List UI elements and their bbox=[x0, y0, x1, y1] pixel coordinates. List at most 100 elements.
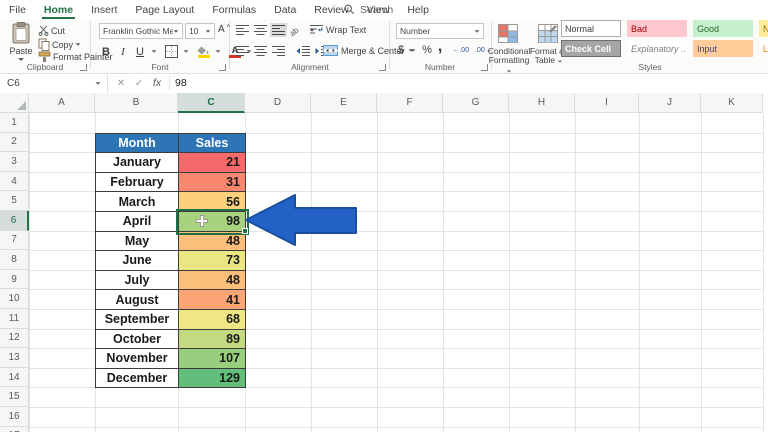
cell-B4[interactable]: February bbox=[96, 173, 179, 193]
column-header-B[interactable]: B bbox=[95, 93, 178, 113]
align-right-icon[interactable] bbox=[272, 45, 285, 57]
column-header-F[interactable]: F bbox=[377, 93, 443, 113]
fill-color-button[interactable] bbox=[197, 46, 210, 58]
formula-input[interactable]: 98 bbox=[175, 74, 187, 92]
row-header-17[interactable]: 17 bbox=[0, 427, 29, 432]
font-dialog-launcher[interactable] bbox=[219, 64, 226, 71]
cell-style-bad[interactable]: Bad bbox=[627, 20, 687, 37]
cell-B3[interactable]: January bbox=[96, 153, 179, 173]
cell-B8[interactable]: June bbox=[96, 251, 179, 271]
tab-home[interactable]: Home bbox=[35, 0, 82, 19]
cut-button[interactable]: Cut bbox=[38, 25, 65, 36]
align-bottom-selected[interactable] bbox=[270, 23, 287, 37]
cell-B13[interactable]: November bbox=[96, 349, 179, 369]
name-box[interactable]: C6 bbox=[0, 74, 108, 92]
row-header-11[interactable]: 11 bbox=[0, 309, 29, 329]
insert-function-button[interactable]: fx bbox=[149, 74, 165, 92]
column-header-K[interactable]: K bbox=[701, 93, 763, 113]
cell-C4[interactable]: 31 bbox=[179, 173, 246, 193]
clipboard-dialog-launcher[interactable] bbox=[80, 64, 87, 71]
tab-data[interactable]: Data bbox=[265, 0, 305, 19]
cell-style-lin[interactable]: Lin bbox=[759, 40, 768, 57]
row-header-2[interactable]: 2 bbox=[0, 133, 29, 153]
format-as-table-button[interactable] bbox=[538, 24, 558, 43]
align-left-icon[interactable] bbox=[236, 45, 249, 57]
paste-button[interactable]: Paste bbox=[7, 22, 35, 61]
cell-B5[interactable]: March bbox=[96, 192, 179, 212]
row-header-3[interactable]: 3 bbox=[0, 152, 29, 172]
align-center-icon[interactable] bbox=[254, 45, 267, 57]
tab-insert[interactable]: Insert bbox=[82, 0, 126, 19]
increase-decimal-button[interactable]: ←.00 bbox=[452, 47, 469, 54]
copy-button[interactable]: Copy bbox=[38, 38, 81, 51]
row-header-16[interactable]: 16 bbox=[0, 407, 29, 427]
select-all-button[interactable] bbox=[0, 93, 29, 113]
column-header-I[interactable]: I bbox=[575, 93, 639, 113]
cell-C12[interactable]: 89 bbox=[179, 330, 246, 350]
row-header-12[interactable]: 12 bbox=[0, 329, 29, 349]
cell-C10[interactable]: 41 bbox=[179, 290, 246, 310]
percent-button[interactable]: % bbox=[422, 44, 432, 56]
cell-B6[interactable]: April bbox=[96, 212, 179, 232]
cell-style-check-cell[interactable]: Check Cell bbox=[561, 40, 621, 57]
enter-button[interactable]: ✓ bbox=[131, 74, 147, 92]
wrap-text-button[interactable]: Wrap Text bbox=[310, 24, 366, 35]
align-top-icon[interactable] bbox=[236, 24, 249, 36]
row-header-1[interactable]: 1 bbox=[0, 113, 29, 133]
cell-style-ne[interactable]: Ne bbox=[759, 20, 768, 37]
cell-B10[interactable]: August bbox=[96, 290, 179, 310]
underline-button[interactable]: U bbox=[134, 46, 146, 58]
table-header-sales[interactable]: Sales bbox=[179, 134, 246, 154]
bold-button[interactable]: B bbox=[100, 46, 112, 58]
orientation-icon[interactable]: ab bbox=[290, 24, 304, 36]
row-header-15[interactable]: 15 bbox=[0, 387, 29, 407]
cell-B12[interactable]: October bbox=[96, 330, 179, 350]
cell-C13[interactable]: 107 bbox=[179, 349, 246, 369]
tab-page-layout[interactable]: Page Layout bbox=[126, 0, 203, 19]
cell-C8[interactable]: 73 bbox=[179, 251, 246, 271]
cell-style-explanatory-[interactable]: Explanatory ... bbox=[627, 40, 687, 57]
grow-font-button[interactable]: A˄ bbox=[218, 24, 230, 35]
column-header-G[interactable]: G bbox=[443, 93, 509, 113]
cell-C14[interactable]: 129 bbox=[179, 369, 246, 389]
row-header-6[interactable]: 6 bbox=[0, 211, 29, 231]
currency-button[interactable]: $ bbox=[398, 44, 404, 56]
column-header-J[interactable]: J bbox=[639, 93, 701, 113]
row-header-5[interactable]: 5 bbox=[0, 191, 29, 211]
table-header-month[interactable]: Month bbox=[96, 134, 179, 154]
borders-dropdown-icon[interactable] bbox=[184, 50, 189, 52]
cell-style-good[interactable]: Good bbox=[693, 20, 753, 37]
tab-file[interactable]: File bbox=[0, 0, 35, 19]
column-header-H[interactable]: H bbox=[509, 93, 575, 113]
cell-style-normal[interactable]: Normal bbox=[561, 20, 621, 37]
cell-B9[interactable]: July bbox=[96, 271, 179, 291]
number-format-select[interactable]: Number bbox=[396, 23, 484, 39]
row-header-13[interactable]: 13 bbox=[0, 348, 29, 368]
borders-icon[interactable] bbox=[165, 45, 178, 58]
cell-B11[interactable]: September bbox=[96, 310, 179, 330]
row-header-10[interactable]: 10 bbox=[0, 289, 29, 309]
font-name-select[interactable]: Franklin Gothic Me bbox=[99, 23, 183, 39]
column-header-E[interactable]: E bbox=[311, 93, 377, 113]
decrease-indent-icon[interactable] bbox=[296, 45, 310, 57]
currency-dropdown-icon[interactable] bbox=[411, 49, 416, 51]
cell-style-input[interactable]: Input bbox=[693, 40, 753, 57]
search-box[interactable]: Search bbox=[344, 0, 393, 19]
conditional-formatting-button[interactable] bbox=[498, 24, 518, 43]
align-middle-icon[interactable] bbox=[254, 24, 267, 36]
column-header-A[interactable]: A bbox=[29, 93, 95, 113]
cancel-button[interactable]: ✕ bbox=[113, 74, 129, 92]
row-header-14[interactable]: 14 bbox=[0, 368, 29, 388]
row-header-7[interactable]: 7 bbox=[0, 231, 29, 251]
font-size-select[interactable]: 10 bbox=[185, 23, 215, 39]
tab-formulas[interactable]: Formulas bbox=[203, 0, 265, 19]
cell-C9[interactable]: 48 bbox=[179, 271, 246, 291]
cell-C3[interactable]: 21 bbox=[179, 153, 246, 173]
cell-B14[interactable]: December bbox=[96, 369, 179, 389]
underline-dropdown-icon[interactable] bbox=[152, 50, 157, 52]
comma-style-button[interactable]: , bbox=[438, 43, 442, 51]
column-header-D[interactable]: D bbox=[245, 93, 311, 113]
tab-help[interactable]: Help bbox=[398, 0, 438, 19]
italic-button[interactable]: I bbox=[117, 46, 129, 58]
cell-C11[interactable]: 68 bbox=[179, 310, 246, 330]
